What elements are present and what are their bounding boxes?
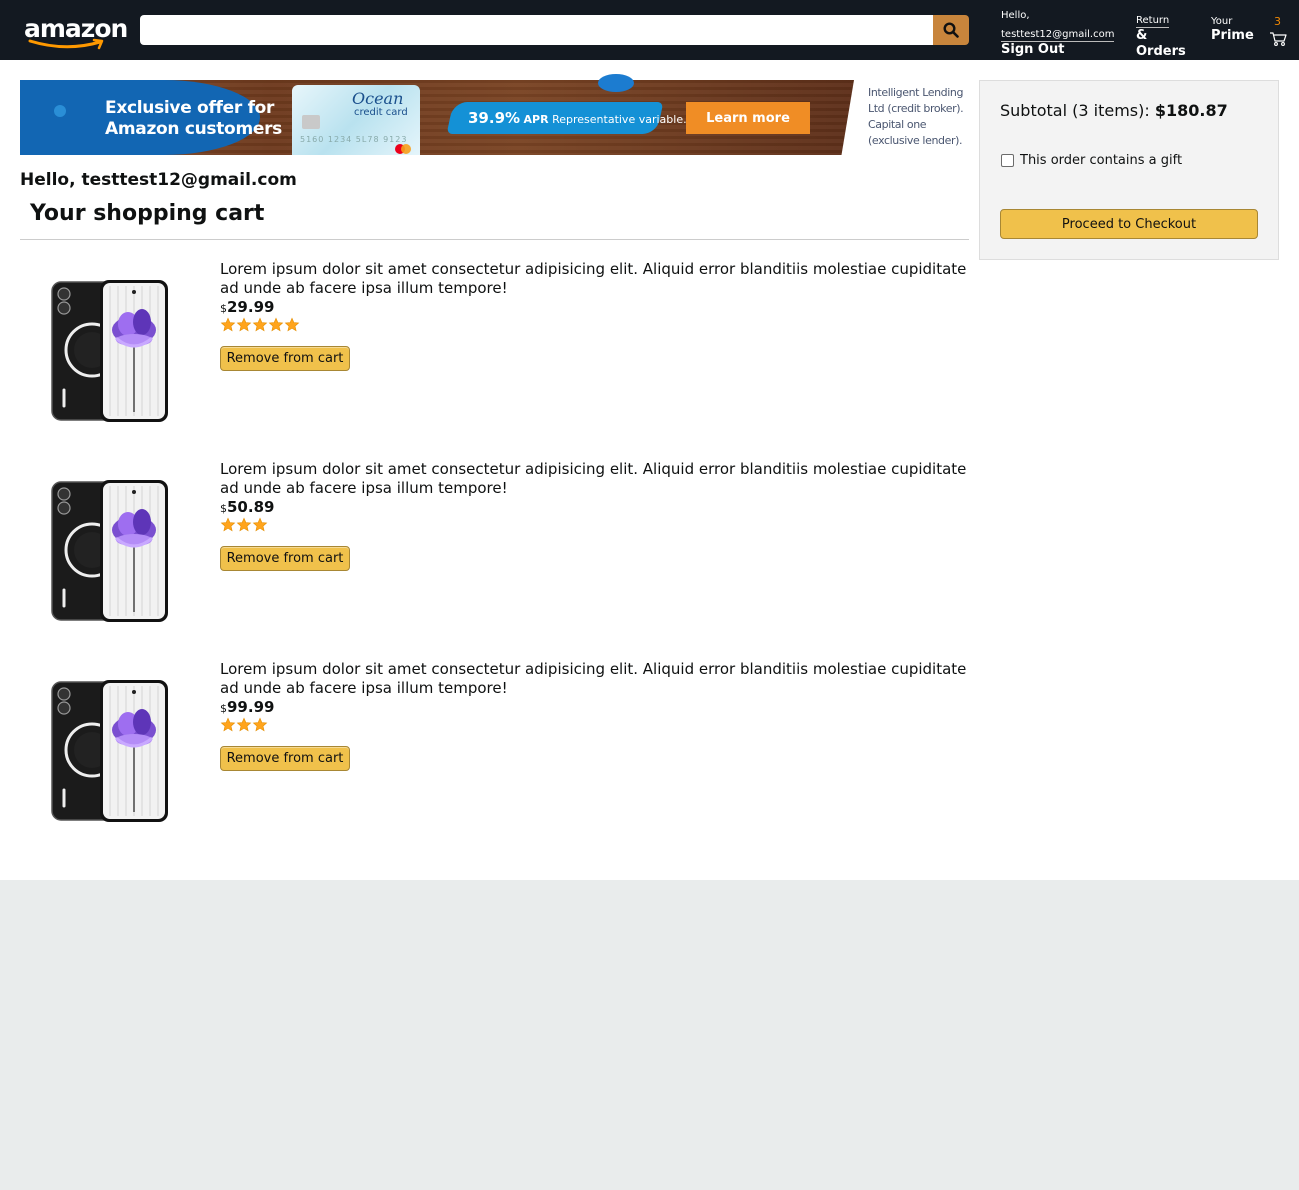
banner-dot bbox=[598, 74, 634, 92]
amazon-logo[interactable]: amazon bbox=[24, 14, 128, 50]
divider bbox=[20, 239, 969, 240]
item-description[interactable]: Lorem ipsum dolor sit amet consectetur a… bbox=[220, 460, 969, 498]
returns-line1: Return bbox=[1136, 15, 1170, 28]
cart-count: 3 bbox=[1274, 15, 1281, 28]
star-icon bbox=[236, 717, 252, 733]
cart-page: Exclusive offer for Amazon customers Oce… bbox=[0, 60, 1299, 880]
remove-from-cart-button[interactable]: Remove from cart bbox=[220, 546, 350, 571]
star-icon bbox=[236, 317, 252, 333]
card-subtitle: credit card bbox=[354, 107, 408, 118]
subtotal-amount: $180.87 bbox=[1154, 101, 1228, 120]
prime-link[interactable]: Your Prime bbox=[1211, 16, 1254, 44]
item-price: $50.89 bbox=[220, 498, 274, 516]
credit-card-image: Ocean credit card 5160 1234 5L78 9123 bbox=[292, 85, 420, 155]
currency-symbol: $ bbox=[220, 702, 227, 715]
item-description[interactable]: Lorem ipsum dolor sit amet consectetur a… bbox=[220, 660, 969, 698]
price-value: 50.89 bbox=[227, 498, 275, 516]
price-value: 99.99 bbox=[227, 698, 275, 716]
cart-icon bbox=[1270, 32, 1287, 46]
search-button[interactable] bbox=[933, 15, 969, 45]
product-image[interactable] bbox=[50, 480, 170, 622]
card-brand: Ocean bbox=[352, 89, 404, 108]
banner-headline: Exclusive offer for Amazon customers bbox=[105, 98, 282, 139]
gift-label[interactable]: This order contains a gift bbox=[1020, 153, 1182, 168]
product-image[interactable] bbox=[50, 680, 170, 822]
cart-item: Lorem ipsum dolor sit amet consectetur a… bbox=[20, 460, 969, 660]
star-rating bbox=[220, 717, 268, 733]
apr-note: Representative variable. bbox=[552, 113, 687, 126]
remove-from-cart-button[interactable]: Remove from cart bbox=[220, 346, 350, 371]
cart-item: Lorem ipsum dolor sit amet consectetur a… bbox=[20, 660, 969, 860]
proceed-to-checkout-button[interactable]: Proceed to Checkout bbox=[1000, 209, 1258, 239]
banner-dot bbox=[54, 105, 66, 117]
star-icon bbox=[268, 317, 284, 333]
currency-symbol: $ bbox=[220, 502, 227, 515]
item-description[interactable]: Lorem ipsum dolor sit amet consectetur a… bbox=[220, 260, 969, 298]
star-icon bbox=[236, 517, 252, 533]
star-icon bbox=[252, 517, 268, 533]
sign-out-link[interactable]: Sign Out bbox=[1001, 42, 1114, 58]
promo-banner[interactable]: Exclusive offer for Amazon customers Oce… bbox=[20, 74, 969, 155]
apr-text: 39.9% APR Representative variable. bbox=[468, 109, 687, 127]
search-icon bbox=[943, 22, 959, 38]
top-nav: amazon Hello, testtest12@gmail.com Sign … bbox=[0, 0, 1299, 60]
star-icon bbox=[252, 717, 268, 733]
star-icon bbox=[284, 317, 300, 333]
account-email: testtest12@gmail.com bbox=[1001, 29, 1115, 42]
learn-more-button[interactable]: Learn more bbox=[686, 102, 810, 134]
account-menu[interactable]: Hello, testtest12@gmail.com Sign Out bbox=[1001, 10, 1115, 58]
star-icon bbox=[252, 317, 268, 333]
account-greeting: Hello, bbox=[1001, 10, 1030, 21]
cart-item: Lorem ipsum dolor sit amet consectetur a… bbox=[20, 260, 969, 460]
gift-option[interactable]: This order contains a gift bbox=[1001, 153, 1182, 168]
item-price: $29.99 bbox=[220, 298, 274, 316]
chip-icon bbox=[302, 115, 320, 129]
subtotal-panel: Subtotal (3 items): $180.87 This order c… bbox=[979, 80, 1279, 260]
banner-legal-text: Intelligent Lending Ltd (credit broker).… bbox=[868, 86, 964, 147]
page-title: Your shopping cart bbox=[30, 201, 265, 226]
star-rating bbox=[220, 317, 300, 333]
remove-from-cart-button[interactable]: Remove from cart bbox=[220, 746, 350, 771]
price-value: 29.99 bbox=[227, 298, 275, 316]
subtotal-text: Subtotal (3 items): $180.87 bbox=[1000, 101, 1228, 120]
prime-line1: Your bbox=[1211, 16, 1233, 27]
apr-label: APR bbox=[523, 113, 549, 126]
star-icon bbox=[220, 517, 236, 533]
search-input[interactable] bbox=[140, 15, 933, 45]
item-price: $99.99 bbox=[220, 698, 274, 716]
user-greeting: Hello, testtest12@gmail.com bbox=[20, 170, 297, 190]
currency-symbol: $ bbox=[220, 302, 227, 315]
returns-orders-link[interactable]: Return & Orders bbox=[1136, 8, 1186, 60]
star-icon bbox=[220, 717, 236, 733]
gift-checkbox[interactable] bbox=[1001, 154, 1014, 167]
star-icon bbox=[220, 317, 236, 333]
card-numbers: 5160 1234 5L78 9123 bbox=[300, 135, 408, 144]
returns-line2: & bbox=[1136, 28, 1148, 43]
search-bar bbox=[140, 15, 969, 45]
product-image[interactable] bbox=[50, 280, 170, 422]
star-rating bbox=[220, 517, 268, 533]
apr-value: 39.9% bbox=[468, 109, 521, 127]
subtotal-label: Subtotal (3 items): bbox=[1000, 101, 1155, 120]
smile-arrow-icon bbox=[28, 38, 104, 50]
prime-line2: Prime bbox=[1211, 28, 1254, 43]
mastercard-icon bbox=[395, 144, 411, 154]
cart-button[interactable]: 3 bbox=[1268, 14, 1290, 48]
returns-line3: Orders bbox=[1136, 44, 1186, 59]
